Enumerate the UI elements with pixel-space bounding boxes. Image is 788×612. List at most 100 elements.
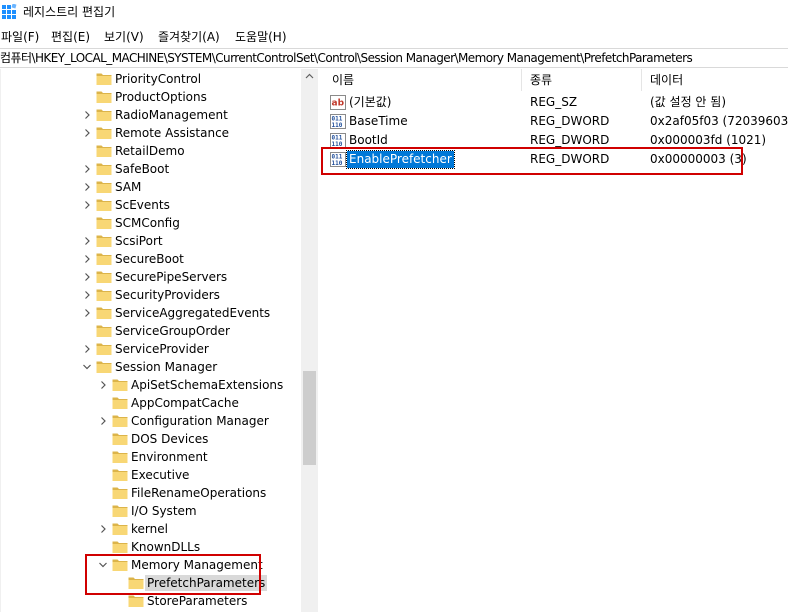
folder-icon: [96, 127, 112, 139]
tree-item-radiomanagement[interactable]: RadioManagement: [0, 106, 300, 124]
folder-icon: [112, 415, 128, 427]
chevron-right-icon[interactable]: [82, 109, 92, 121]
tree-item-i-o-system[interactable]: I/O System: [0, 502, 300, 520]
folder-icon: [96, 253, 112, 265]
tree-item-securepipeservers[interactable]: SecurePipeServers: [0, 268, 300, 286]
tree-item-session-manager[interactable]: Session Manager: [0, 358, 300, 376]
tree-item-dos-devices[interactable]: DOS Devices: [0, 430, 300, 448]
tree-item-knowndlls[interactable]: KnownDLLs: [0, 538, 300, 556]
value-data: (값 설정 안 됨): [650, 95, 727, 109]
folder-icon: [112, 379, 128, 391]
tree-item-environment[interactable]: Environment: [0, 448, 300, 466]
tree-item-apisetschemaextensions[interactable]: ApiSetSchemaExtensions: [0, 376, 300, 394]
tree-item-prioritycontrol[interactable]: PriorityControl: [0, 70, 300, 88]
value-name: (기본값): [349, 95, 392, 109]
tree-item-serviceaggregatedevents[interactable]: ServiceAggregatedEvents: [0, 304, 300, 322]
tree-item-label: Configuration Manager: [131, 414, 269, 428]
tree-item-label: AppCompatCache: [131, 396, 239, 410]
svg-text:110: 110: [332, 160, 343, 167]
tree-item-secureboot[interactable]: SecureBoot: [0, 250, 300, 268]
folder-icon: [96, 217, 112, 229]
key-tree-pane[interactable]: PriorityControl ProductOptions RadioManage…: [0, 69, 318, 612]
chevron-right-icon[interactable]: [82, 199, 92, 211]
folder-icon: [96, 307, 112, 319]
value-type: REG_SZ: [530, 95, 578, 109]
folder-icon: [112, 451, 128, 463]
tree-item-configuration-manager[interactable]: Configuration Manager: [0, 412, 300, 430]
tree-item-servicegrouporder[interactable]: ServiceGroupOrder: [0, 322, 300, 340]
value-type: REG_DWORD: [530, 114, 610, 128]
folder-icon: [112, 505, 128, 517]
tree-item-executive[interactable]: Executive: [0, 466, 300, 484]
tree-item-label: PriorityControl: [115, 72, 202, 86]
value-data: 0x00000003 (3): [650, 152, 747, 166]
value-type: REG_DWORD: [530, 133, 610, 147]
tree-item-productoptions[interactable]: ProductOptions: [0, 88, 300, 106]
scrollbar-thumb[interactable]: [303, 371, 316, 465]
menu-view[interactable]: 보기(V): [104, 29, 144, 45]
chevron-right-icon[interactable]: [82, 253, 92, 265]
tree-item-scmconfig[interactable]: SCMConfig: [0, 214, 300, 232]
scroll-up-arrow-icon[interactable]: [305, 72, 314, 81]
chevron-right-icon[interactable]: [98, 379, 108, 391]
tree-item-label: Executive: [131, 468, 190, 482]
chevron-down-icon[interactable]: [82, 361, 92, 373]
tree-item-remote-assistance[interactable]: Remote Assistance: [0, 124, 300, 142]
value-row-basetime[interactable]: 011 110 BaseTime REG_DWORD 0x2af05f03 (72039…: [324, 112, 788, 131]
tree-item-securityproviders[interactable]: SecurityProviders: [0, 286, 300, 304]
tree-item-safeboot[interactable]: SafeBoot: [0, 160, 300, 178]
tree-item-memory-management[interactable]: Memory Management: [0, 556, 300, 574]
folder-icon: [128, 577, 144, 589]
tree-item-storeparameters[interactable]: StoreParameters: [0, 592, 300, 610]
value-row-bootid[interactable]: 011 110 BootId REG_DWORD 0x000003fd (1021): [324, 131, 788, 150]
chevron-right-icon[interactable]: [82, 163, 92, 175]
tree-item-serviceprovider[interactable]: ServiceProvider: [0, 340, 300, 358]
chevron-right-icon[interactable]: [82, 289, 92, 301]
menu-file[interactable]: 파일(F): [1, 29, 39, 45]
value-row-enableprefetcher[interactable]: 011 110 EnablePrefetcher REG_DWORD 0x0000000…: [324, 150, 788, 169]
tree-item-prefetchparameters[interactable]: PrefetchParameters: [0, 574, 300, 592]
chevron-right-icon[interactable]: [98, 523, 108, 535]
chevron-right-icon[interactable]: [82, 307, 92, 319]
folder-icon: [112, 559, 128, 571]
tree-item-label: Remote Assistance: [115, 126, 230, 140]
chevron-right-icon[interactable]: [82, 271, 92, 283]
folder-icon: [96, 289, 112, 301]
tree-item-appcompatcache[interactable]: AppCompatCache: [0, 394, 300, 412]
tree-item-scsiport[interactable]: ScsiPort: [0, 232, 300, 250]
string-value-icon: ab: [330, 95, 346, 110]
chevron-right-icon[interactable]: [82, 181, 92, 193]
chevron-right-icon[interactable]: [82, 343, 92, 355]
folder-icon: [128, 595, 144, 607]
folder-icon: [112, 523, 128, 535]
menu-favorites[interactable]: 즐겨찾기(A): [158, 29, 220, 45]
column-name-header[interactable]: 이름: [324, 69, 522, 91]
tree-item-label: FileRenameOperations: [131, 486, 267, 500]
folder-icon: [96, 271, 112, 283]
tree-item-kernel[interactable]: kernel: [0, 520, 300, 538]
tree-item-label: ScEvents: [115, 198, 170, 212]
tree-item-label: KnownDLLs: [131, 540, 201, 554]
column-type-header[interactable]: 종류: [522, 69, 642, 91]
tree-item-label: RetailDemo: [115, 144, 185, 158]
menu-help[interactable]: 도움말(H): [235, 29, 287, 45]
chevron-down-icon[interactable]: [98, 559, 108, 571]
value-list-pane[interactable]: 이름 종류 데이터 ab (기본값) REG_SZ (값 설정 안 됨) 011 110 B…: [324, 69, 788, 612]
folder-icon: [112, 469, 128, 481]
column-header: 이름 종류 데이터: [324, 69, 788, 91]
menu-edit[interactable]: 편집(E): [51, 29, 90, 45]
address-bar[interactable]: 컴퓨터\HKEY_LOCAL_MACHINE\SYSTEM\CurrentCon…: [0, 48, 788, 68]
folder-icon: [112, 433, 128, 445]
tree-item-label: PrefetchParameters: [145, 575, 268, 591]
tree-item-retaildemo[interactable]: RetailDemo: [0, 142, 300, 160]
value-row-default[interactable]: ab (기본값) REG_SZ (값 설정 안 됨): [324, 93, 788, 112]
address-path[interactable]: 컴퓨터\HKEY_LOCAL_MACHINE\SYSTEM\CurrentCon…: [0, 51, 693, 66]
chevron-right-icon[interactable]: [82, 235, 92, 247]
column-data-header[interactable]: 데이터: [642, 69, 788, 91]
chevron-right-icon[interactable]: [82, 127, 92, 139]
tree-scrollbar[interactable]: [301, 69, 318, 612]
tree-item-scevents[interactable]: ScEvents: [0, 196, 300, 214]
tree-item-filerenameoperations[interactable]: FileRenameOperations: [0, 484, 300, 502]
chevron-right-icon[interactable]: [98, 415, 108, 427]
tree-item-sam[interactable]: SAM: [0, 178, 300, 196]
